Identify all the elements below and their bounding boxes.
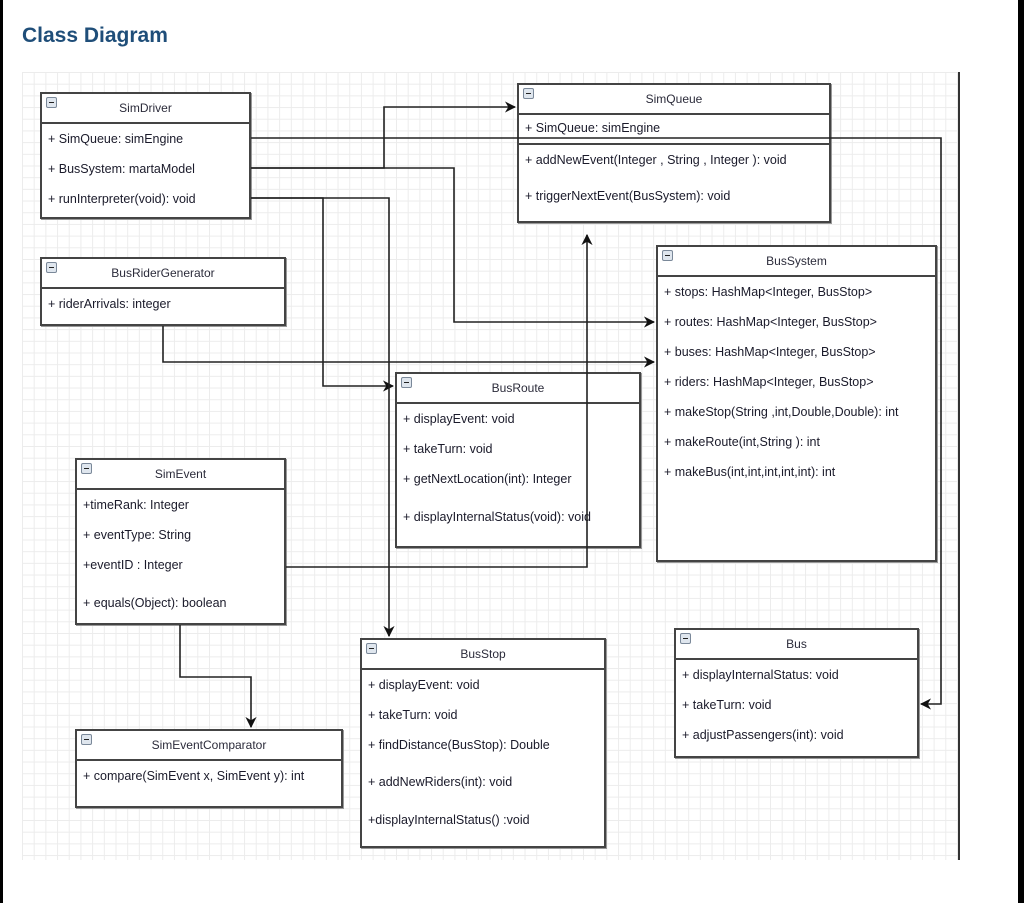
class-name: BusRoute (491, 381, 545, 395)
class-member: + riders: HashMap<Integer, BusStop> (664, 375, 874, 389)
class-member: + equals(Object): boolean (83, 596, 227, 610)
class-member: + compare(SimEvent x, SimEvent y): int (83, 769, 305, 783)
class-member: + getNextLocation(int): Integer (403, 472, 572, 486)
class-member: + addNewRiders(int): void (368, 775, 513, 789)
class-member: + findDistance(BusStop): Double (368, 738, 550, 752)
class-header: BusSystem (658, 247, 935, 277)
class-simeventcomparator[interactable]: SimEventComparator + compare(SimEvent x,… (75, 729, 343, 808)
class-method: + triggerNextEvent(BusSystem): void (525, 189, 731, 203)
class-member: + displayEvent: void (403, 412, 515, 426)
class-member: + displayInternalStatus(void): void (403, 510, 591, 524)
window-border-left (0, 0, 3, 903)
class-simqueue[interactable]: SimQueue + SimQueue: simEngine + addNewE… (517, 83, 831, 223)
collapse-icon[interactable] (81, 463, 92, 474)
class-member: + eventType: String (83, 528, 192, 542)
class-member: + riderArrivals: integer (48, 297, 171, 311)
class-member: + buses: HashMap<Integer, BusStop> (664, 345, 876, 359)
class-name: SimEvent (154, 467, 207, 481)
class-busridergenerator[interactable]: BusRiderGenerator + riderArrivals: integ… (40, 257, 286, 326)
class-member: + displayInternalStatus: void (682, 668, 839, 682)
class-name: BusRiderGenerator (111, 266, 215, 280)
class-method: + addNewEvent(Integer , String , Integer… (525, 153, 787, 167)
window-border-right (1018, 0, 1024, 903)
class-busstop[interactable]: BusStop + displayEvent: void + takeTurn:… (360, 638, 606, 848)
class-name: SimDriver (119, 101, 172, 115)
class-member: +eventID : Integer (83, 558, 183, 572)
class-member: + takeTurn: void (368, 708, 458, 722)
collapse-icon[interactable] (81, 734, 92, 745)
class-attribute: + SimQueue: simEngine (525, 121, 661, 135)
class-header: BusStop (362, 640, 604, 670)
canvas-edge (958, 72, 960, 860)
class-name: SimQueue (645, 92, 703, 106)
class-member: + makeStop(String ,int,Double,Double): i… (664, 405, 899, 419)
collapse-icon[interactable] (680, 633, 691, 644)
collapse-icon[interactable] (366, 643, 377, 654)
class-busroute[interactable]: BusRoute + displayEvent: void + takeTurn… (395, 372, 641, 548)
class-member: + makeBus(int,int,int,int,int): int (664, 465, 836, 479)
class-header: SimDriver (42, 94, 249, 124)
class-member: + BusSystem: martaModel (48, 162, 195, 176)
section-divider (519, 143, 829, 145)
class-member: + makeRoute(int,String ): int (664, 435, 820, 449)
collapse-icon[interactable] (662, 250, 673, 261)
class-bus[interactable]: Bus + displayInternalStatus: void + take… (674, 628, 919, 758)
class-header: SimQueue (519, 85, 829, 115)
class-member: + routes: HashMap<Integer, BusStop> (664, 315, 877, 329)
class-member: + displayEvent: void (368, 678, 480, 692)
collapse-icon[interactable] (401, 377, 412, 388)
class-member: +timeRank: Integer (83, 498, 189, 512)
class-name: SimEventComparator (151, 738, 267, 752)
collapse-icon[interactable] (46, 262, 57, 273)
class-member: + adjustPassengers(int): void (682, 728, 844, 742)
class-header: SimEventComparator (77, 731, 341, 761)
class-name: BusSystem (766, 254, 827, 268)
class-bussystem[interactable]: BusSystem + stops: HashMap<Integer, BusS… (656, 245, 937, 562)
class-name: Bus (786, 637, 807, 651)
class-header: SimEvent (77, 460, 284, 490)
class-member: + takeTurn: void (682, 698, 772, 712)
class-header: Bus (676, 630, 917, 660)
class-member: + SimQueue: simEngine (48, 132, 184, 146)
collapse-icon[interactable] (46, 97, 57, 108)
class-simdriver[interactable]: SimDriver + SimQueue: simEngine + BusSys… (40, 92, 251, 219)
class-simevent[interactable]: SimEvent +timeRank: Integer + eventType:… (75, 458, 286, 625)
class-member: + takeTurn: void (403, 442, 493, 456)
class-header: BusRiderGenerator (42, 259, 284, 289)
class-member: + runInterpreter(void): void (48, 192, 196, 206)
class-header: BusRoute (397, 374, 639, 404)
class-member: +displayInternalStatus() :void (368, 813, 530, 827)
class-member: + stops: HashMap<Integer, BusStop> (664, 285, 873, 299)
collapse-icon[interactable] (523, 88, 534, 99)
class-name: BusStop (460, 647, 506, 661)
page-title: Class Diagram (22, 24, 168, 47)
